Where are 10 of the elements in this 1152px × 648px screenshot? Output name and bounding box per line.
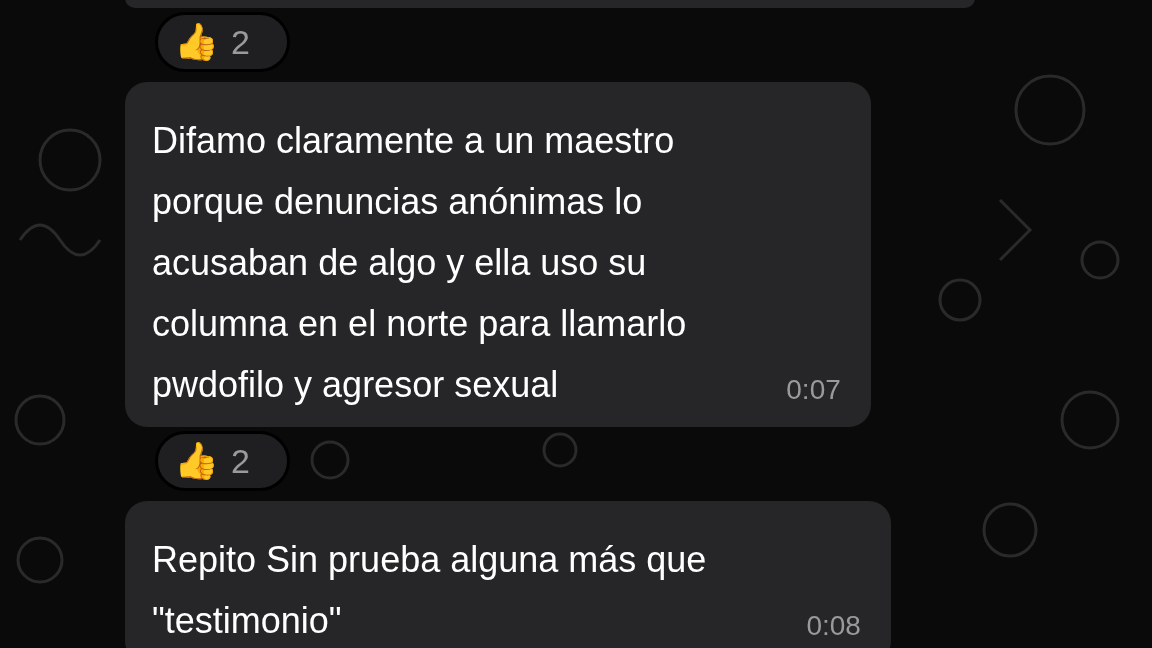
message-text: Repito Sin prueba alguna más que "testimonio" bbox=[152, 538, 707, 643]
reaction-count: 2 bbox=[231, 21, 250, 63]
message-time: 0:07 bbox=[786, 373, 841, 407]
reaction-pill[interactable]: 👍 2 bbox=[155, 12, 290, 72]
reaction-emoji: 👍 bbox=[174, 24, 219, 60]
message-time: 0:08 bbox=[806, 609, 861, 643]
reaction-count: 2 bbox=[231, 440, 250, 482]
message-text: Difamo claramente a un maestro porque denuncias anónimas lo acusaban de algo y ella uso su columna en el norte para llamarlo pwdofilo y agresor sexual bbox=[152, 119, 687, 407]
reaction-pill[interactable]: 👍 2 bbox=[155, 431, 290, 491]
reaction-emoji: 👍 bbox=[174, 443, 219, 479]
